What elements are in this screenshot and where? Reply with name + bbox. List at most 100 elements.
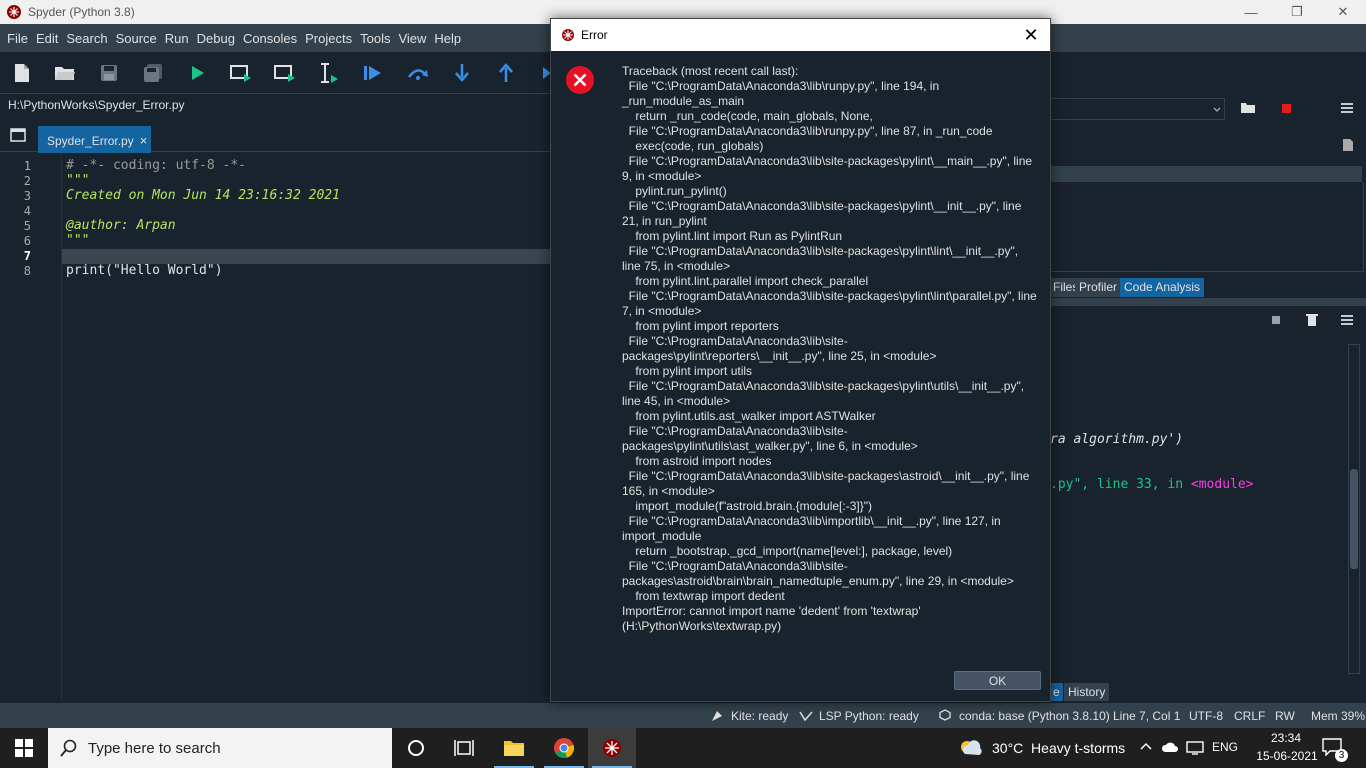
- line-number: 3: [23, 189, 31, 203]
- dialog-title: Error: [581, 28, 608, 42]
- notification-button[interactable]: 3: [1322, 738, 1348, 762]
- save-icon[interactable]: [98, 62, 120, 84]
- memory-status: Mem 39%: [1311, 709, 1366, 723]
- pane-combo[interactable]: [1050, 98, 1225, 120]
- spyder-taskbar-icon[interactable]: [588, 728, 636, 768]
- menu-debug[interactable]: Debug: [193, 31, 239, 46]
- menu-view[interactable]: View: [394, 31, 430, 46]
- console-scrollbar[interactable]: [1348, 344, 1360, 674]
- line-number: 8: [23, 264, 31, 278]
- menu-edit[interactable]: Edit: [32, 31, 62, 46]
- menu-consoles[interactable]: Consoles: [239, 31, 301, 46]
- taskbar-search-box[interactable]: Type here to search: [48, 728, 392, 768]
- menu-source[interactable]: Source: [112, 31, 161, 46]
- menu-file[interactable]: File: [3, 31, 32, 46]
- eol-status: CRLF: [1234, 709, 1266, 723]
- storm-cloud-icon: [961, 740, 982, 755]
- clock-date[interactable]: 15-06-2021: [1248, 749, 1326, 763]
- code-line: print("Hello World"): [66, 263, 223, 278]
- lsp-status: LSP Python: ready: [819, 709, 919, 723]
- tab-close-icon[interactable]: ×: [140, 133, 148, 148]
- task-view-icon[interactable]: [440, 728, 488, 768]
- error-icon: [566, 66, 594, 94]
- lsp-icon: [799, 709, 813, 726]
- kite-icon: [710, 709, 724, 726]
- menu-help[interactable]: Help: [430, 31, 465, 46]
- open-file-icon[interactable]: [54, 62, 76, 84]
- window-close-button[interactable]: ✕: [1320, 0, 1366, 24]
- tab-code-analysis[interactable]: Code Analysis: [1120, 278, 1205, 297]
- code-line: Created on Mon Jun 14 23:16:32 2021: [66, 188, 340, 203]
- console-output[interactable]: ra algorithm.py') .py", line 33, in <mod…: [1050, 340, 1348, 676]
- error-dialog: Error ✕ Traceback (most recent call last…: [550, 18, 1051, 702]
- code-editor[interactable]: 1 2 3 4 5 6 7 8 # -*- coding: utf-8 -*- …: [0, 154, 550, 700]
- run-icon[interactable]: [187, 62, 209, 84]
- step-return-icon[interactable]: [495, 62, 517, 84]
- tab-console-partial[interactable]: e: [1050, 683, 1063, 701]
- language-indicator[interactable]: ENG: [1212, 740, 1238, 754]
- windows-taskbar: Type here to search 30°C Heavy t-storms …: [0, 728, 1366, 768]
- step-over-icon[interactable]: [407, 62, 429, 84]
- code-line: """: [66, 233, 90, 248]
- menu-tools[interactable]: Tools: [356, 31, 394, 46]
- chevron-up-icon[interactable]: [1139, 740, 1153, 757]
- console-options-icon[interactable]: [1340, 314, 1354, 329]
- line-number-gutter: 1 2 3 4 5 6 7 8: [0, 154, 62, 700]
- browse-tabs-icon[interactable]: [10, 128, 26, 142]
- interrupt-icon[interactable]: [1272, 316, 1280, 324]
- step-into-icon[interactable]: [451, 62, 473, 84]
- file-explorer-icon[interactable]: [490, 728, 538, 768]
- console-pane: ra algorithm.py') .py", line 33, in <mod…: [1050, 298, 1366, 702]
- run-cell-advance-icon[interactable]: [274, 62, 296, 84]
- error-message: Traceback (most recent call last): File …: [622, 64, 1037, 633]
- search-icon: [60, 739, 77, 757]
- code-line: # -*- coding: utf-8 -*-: [66, 158, 247, 173]
- status-bar: Kite: ready LSP Python: ready conda: bas…: [0, 702, 1366, 728]
- network-icon[interactable]: [1186, 740, 1204, 759]
- spyder-logo-icon: [562, 29, 574, 41]
- right-bottom-tab-bar: e History: [1050, 682, 1366, 702]
- scrollbar-thumb[interactable]: [1350, 469, 1358, 569]
- stop-icon[interactable]: [1282, 104, 1291, 113]
- menu-run[interactable]: Run: [161, 31, 193, 46]
- console-text: ra algorithm.py'): [1050, 432, 1184, 447]
- current-line-highlight: [62, 249, 550, 264]
- chrome-icon[interactable]: [540, 728, 588, 768]
- maximize-button[interactable]: ❐: [1274, 0, 1320, 24]
- search-placeholder: Type here to search: [88, 739, 221, 757]
- line-number: 1: [23, 159, 31, 173]
- document-icon[interactable]: [1342, 138, 1354, 155]
- kite-status: Kite: ready: [731, 709, 789, 723]
- code-line: """: [66, 173, 90, 188]
- run-selection-icon[interactable]: [318, 62, 340, 84]
- editor-tab-spyder-error[interactable]: Spyder_Error.py ×: [38, 126, 151, 153]
- conda-status: conda: base (Python 3.8.10): [959, 709, 1110, 723]
- new-file-icon[interactable]: [11, 62, 33, 84]
- clock-time[interactable]: 23:34: [1263, 731, 1309, 745]
- start-button[interactable]: [0, 728, 48, 768]
- weather-widget[interactable]: 30°C Heavy t-storms: [958, 728, 1125, 768]
- menu-search[interactable]: Search: [62, 31, 111, 46]
- console-header: [1050, 298, 1366, 306]
- save-all-icon[interactable]: [142, 62, 164, 84]
- code-area[interactable]: # -*- coding: utf-8 -*- """ Created on M…: [62, 154, 550, 700]
- line-number-current: 7: [23, 249, 31, 263]
- weather-text: 30°C Heavy t-storms: [992, 740, 1126, 756]
- cloud-icon[interactable]: [1161, 741, 1179, 756]
- options-menu-icon[interactable]: [1340, 102, 1354, 117]
- trash-icon[interactable]: [1306, 313, 1318, 330]
- tab-profiler[interactable]: Profiler: [1075, 278, 1122, 297]
- dialog-close-button[interactable]: ✕: [1020, 24, 1042, 46]
- tab-history[interactable]: History: [1064, 683, 1110, 701]
- run-cell-icon[interactable]: [230, 62, 252, 84]
- cortana-icon[interactable]: [392, 728, 440, 768]
- cursor-position: Line 7, Col 1: [1113, 709, 1181, 723]
- code-line: @author: Arpan: [66, 218, 176, 233]
- open-folder-icon[interactable]: [1240, 102, 1256, 117]
- right-top-tab-bar: Files Profiler Code Analysis: [1050, 276, 1366, 298]
- debug-icon[interactable]: [362, 62, 384, 84]
- ok-button[interactable]: OK: [954, 671, 1041, 690]
- encoding-status: UTF-8: [1189, 709, 1223, 723]
- menu-projects[interactable]: Projects: [301, 31, 356, 46]
- minimize-button[interactable]: —: [1228, 0, 1274, 24]
